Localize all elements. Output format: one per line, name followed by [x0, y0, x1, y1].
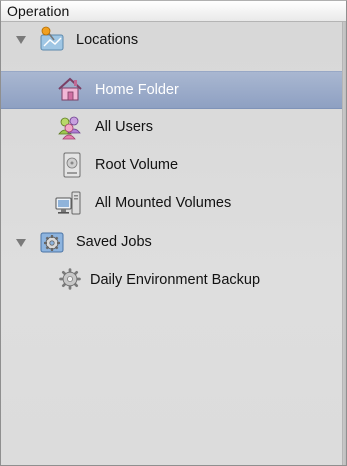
column-header-label: Operation	[7, 3, 70, 19]
mounted-volumes-icon	[55, 191, 81, 215]
sidebar-item-all-mounted-volumes[interactable]: All Mounted Volumes	[1, 185, 342, 221]
root-volume-icon	[63, 152, 81, 178]
group-saved-jobs[interactable]: Saved Jobs	[1, 224, 342, 260]
sidebar-item-root-volume[interactable]: Root Volume	[1, 147, 342, 183]
group-label-locations: Locations	[76, 32, 139, 48]
sidebar-item-label: Home Folder	[95, 82, 179, 98]
sidebar-item-label: All Mounted Volumes	[95, 195, 232, 211]
job-gear-icon	[59, 268, 81, 290]
panel-edge	[342, 22, 346, 465]
sidebar-item-label: Root Volume	[95, 157, 179, 173]
all-users-icon	[58, 116, 81, 140]
operation-sidebar: Operation Locations Home Folder All User…	[0, 0, 347, 466]
home-folder-icon	[58, 77, 82, 101]
disclosure-triangle-icon[interactable]	[16, 239, 26, 247]
sidebar-item-daily-environment-backup[interactable]: Daily Environment Backup	[1, 262, 342, 298]
sidebar-item-label: All Users	[95, 119, 154, 135]
saved-jobs-gear-icon	[40, 232, 64, 253]
source-list: Locations Home Folder All Users Root Vol…	[1, 22, 342, 465]
group-locations[interactable]: Locations	[1, 22, 342, 58]
group-label-saved-jobs: Saved Jobs	[76, 234, 152, 250]
disclosure-triangle-icon[interactable]	[16, 36, 26, 44]
sidebar-item-home-folder[interactable]: Home Folder	[1, 71, 342, 109]
sidebar-item-all-users[interactable]: All Users	[1, 109, 342, 145]
column-header[interactable]: Operation	[1, 1, 346, 22]
sidebar-item-label: Daily Environment Backup	[90, 272, 261, 288]
locations-pin-map-icon	[40, 26, 64, 51]
